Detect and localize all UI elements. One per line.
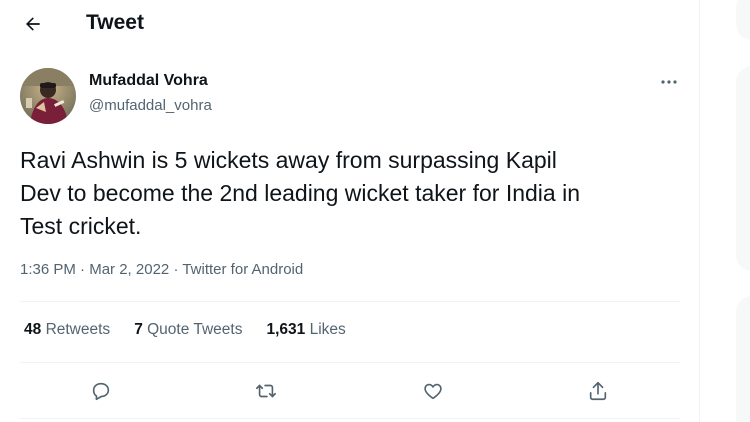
stat-label: Likes — [309, 321, 346, 338]
stat-label: Quote Tweets — [147, 321, 243, 338]
reply-icon — [92, 382, 110, 401]
stat-count: 1,631 — [266, 321, 306, 338]
avatar-image — [20, 68, 76, 124]
divider — [20, 418, 680, 419]
sidebar-card — [736, 0, 750, 40]
like-button[interactable] — [420, 378, 446, 404]
header-bar: Tweet — [0, 0, 700, 50]
arrow-left-icon — [26, 17, 40, 31]
like-heart-icon — [424, 383, 442, 400]
retweets-stat[interactable]: 48 Retweets — [24, 321, 110, 339]
retweet-button[interactable] — [253, 378, 279, 404]
right-sidebar — [701, 0, 750, 422]
author-handle[interactable]: @mufaddal_vohra — [89, 97, 212, 114]
tweet-page: Tweet Mufaddal Vohra @mufaddal_vohra Rav… — [0, 0, 750, 422]
tweet-date[interactable]: Mar 2, 2022 — [89, 261, 169, 278]
sidebar-card — [736, 296, 750, 422]
stat-count: 48 — [24, 321, 42, 338]
tweet-text: Ravi Ashwin is 5 wickets away from surpa… — [20, 144, 690, 243]
tweet-meta: 1:36 PM · Mar 2, 2022 · Twitter for Andr… — [20, 261, 303, 278]
sidebar-card — [736, 66, 750, 271]
tweet-line: Test cricket. — [20, 213, 142, 239]
share-icon — [589, 381, 607, 401]
author-name[interactable]: Mufaddal Vohra — [89, 72, 208, 90]
more-horizontal-icon — [661, 80, 677, 84]
avatar[interactable] — [20, 68, 76, 124]
stat-label: Retweets — [45, 321, 111, 338]
share-button[interactable] — [585, 378, 611, 404]
tweet-line: Ravi Ashwin is 5 wickets away from surpa… — [20, 147, 557, 173]
meta-separator: · — [173, 261, 183, 278]
tweet-line: Dev to become the 2nd leading wicket tak… — [20, 180, 580, 206]
reply-button[interactable] — [88, 378, 114, 404]
stat-count: 7 — [134, 321, 143, 338]
more-button[interactable] — [655, 70, 683, 94]
page-title: Tweet — [86, 11, 144, 34]
divider — [20, 362, 680, 363]
meta-separator: · — [80, 261, 90, 278]
quote-tweets-stat[interactable]: 7 Quote Tweets — [134, 321, 242, 339]
likes-stat[interactable]: 1,631 Likes — [266, 321, 345, 339]
retweet-icon — [256, 384, 276, 398]
tweet-source[interactable]: Twitter for Android — [182, 261, 303, 278]
tweet-stats: 48 Retweets 7 Quote Tweets 1,631 Likes — [24, 321, 370, 339]
tweet-time[interactable]: 1:36 PM — [20, 261, 76, 278]
back-button[interactable] — [18, 9, 48, 39]
divider — [20, 301, 680, 302]
main-column: Tweet Mufaddal Vohra @mufaddal_vohra Rav… — [0, 0, 700, 422]
